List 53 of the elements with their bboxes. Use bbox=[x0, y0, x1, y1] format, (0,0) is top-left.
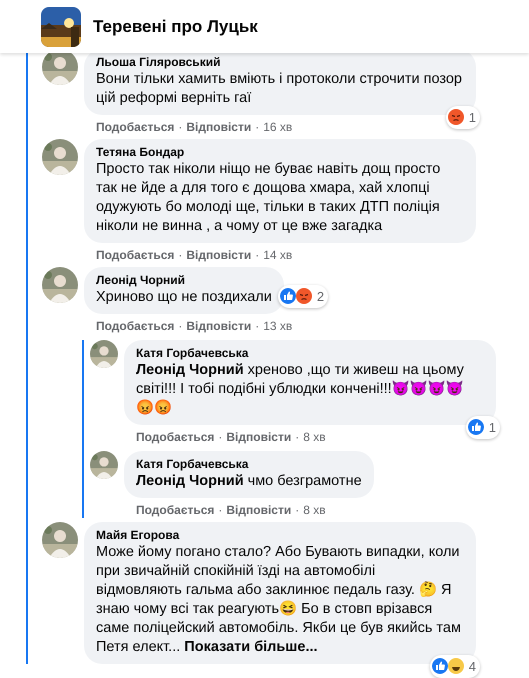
comment-text: Просто так ніколи ніщо не буває навіть дощ просто так не йде а для того є дощова хмара, хай хлопці одужують бо молоді ще, тільки в таких ДТП поліція ніколи не винна , а чому от це вже загадка bbox=[96, 160, 442, 236]
comment-text: Леонід Чорний чмо безграмотне bbox=[136, 472, 362, 491]
reactions-badge[interactable]: 2 bbox=[278, 284, 328, 308]
separator-dot: · bbox=[178, 248, 182, 263]
comment-text: Може йому погано стало? Або Бувають випадки, коли при звичайній спокійній їзді на автомобілі відмовляють гальма або заклинює педаль газу. 🤔 Я знаю чому всі так реагують😆 Бо в стовп врізався саме поліцейский автомобіль. Якби це був якийсь там Петя елект... Показати більше... bbox=[96, 543, 462, 657]
reply-link[interactable]: Відповісти bbox=[226, 430, 292, 445]
reactions-badge[interactable]: 1 bbox=[446, 106, 480, 129]
separator-dot: · bbox=[255, 319, 260, 334]
like-link[interactable]: Подобається bbox=[136, 503, 214, 518]
see-more-link[interactable]: Показати більше... bbox=[184, 639, 318, 655]
comment-time[interactable]: 8 хв bbox=[303, 503, 326, 518]
separator-dot: · bbox=[178, 319, 182, 334]
reaction-count: 2 bbox=[316, 288, 324, 306]
like-link[interactable]: Подобається bbox=[136, 430, 214, 445]
angry-face-icon bbox=[296, 288, 312, 304]
separator-dot: · bbox=[218, 503, 222, 518]
comment-text: Хриново що не поздихали bbox=[96, 288, 272, 307]
reactions-badge[interactable]: 1 bbox=[466, 416, 500, 439]
separator-dot: · bbox=[295, 503, 300, 518]
separator-dot: · bbox=[255, 248, 260, 263]
separator-dot: · bbox=[178, 120, 182, 135]
author-name[interactable]: Майя Егорова bbox=[96, 527, 464, 543]
thumbs-up-icon bbox=[280, 288, 296, 304]
reaction-count: 4 bbox=[468, 658, 476, 676]
like-link[interactable]: Подобається bbox=[96, 248, 174, 263]
comment-time[interactable]: 8 хв bbox=[303, 430, 326, 445]
author-name[interactable]: Леонід Чорний bbox=[96, 272, 272, 288]
reaction-count: 1 bbox=[488, 418, 496, 436]
comment-time[interactable]: 16 хв bbox=[263, 120, 292, 135]
reply-link[interactable]: Відповісти bbox=[186, 319, 252, 334]
comment-time[interactable]: 14 хв bbox=[263, 248, 292, 263]
thumbs-up-icon bbox=[468, 419, 484, 436]
separator-dot: · bbox=[218, 430, 222, 445]
reactions-badge[interactable]: 4 bbox=[430, 654, 480, 678]
reply-link[interactable]: Відповісти bbox=[226, 503, 292, 518]
author-name[interactable]: Катя Горбачевська bbox=[136, 345, 484, 361]
group-title[interactable]: Теревені про Луцьк bbox=[93, 14, 258, 40]
reaction-count: 1 bbox=[468, 108, 476, 126]
reply-link[interactable]: Відповісти bbox=[186, 248, 252, 263]
author-name[interactable]: Льоша Гіляровський bbox=[96, 54, 464, 70]
reply-link[interactable]: Відповісти bbox=[186, 120, 252, 135]
angry-face-icon bbox=[448, 109, 464, 126]
comment-text: Леонід Чорний хреново ,що ти живеш на цьому світі!!! І тобі подібні ублюдки кончені!!!😈😈😈😈 😡😡 bbox=[136, 361, 465, 418]
comment-time[interactable]: 13 хв bbox=[263, 319, 292, 334]
like-link[interactable]: Подобається bbox=[96, 120, 174, 135]
like-link[interactable]: Подобається bbox=[96, 319, 174, 334]
laughing-face-icon bbox=[448, 658, 464, 674]
comment-text: Вони тільки хамить вміють і протоколи строчити позор цій реформі верніть гаї bbox=[96, 70, 463, 108]
author-name[interactable]: Тетяна Бондар bbox=[96, 144, 464, 160]
separator-dot: · bbox=[295, 430, 300, 445]
separator-dot: · bbox=[255, 120, 260, 135]
author-name[interactable]: Катя Горбачевська bbox=[136, 456, 362, 472]
thumbs-up-icon bbox=[432, 658, 448, 674]
